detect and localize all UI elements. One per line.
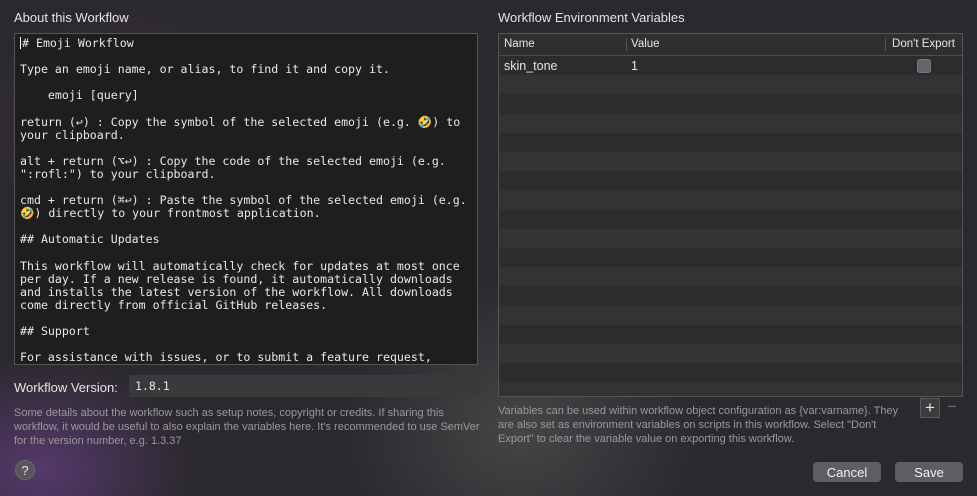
cancel-button[interactable]: Cancel: [813, 462, 881, 482]
empty-row: [499, 286, 962, 306]
table-body: skin_tone 1: [499, 56, 962, 396]
dont-export-cell: [885, 56, 962, 75]
empty-row: [499, 171, 962, 191]
empty-row: [499, 94, 962, 114]
table-row[interactable]: skin_tone 1: [499, 56, 962, 76]
column-header-value[interactable]: Value: [626, 34, 885, 55]
empty-row: [499, 267, 962, 287]
variable-value-cell[interactable]: 1: [626, 56, 885, 75]
save-button[interactable]: Save: [895, 462, 963, 482]
empty-row: [499, 113, 962, 133]
empty-row: [499, 363, 962, 383]
about-text-content[interactable]: # Emoji Workflow Type an emoji name, or …: [15, 34, 477, 365]
empty-row: [499, 151, 962, 172]
variables-help-text: Variables can be used within workflow ob…: [498, 405, 899, 445]
about-section-title: About this Workflow: [14, 10, 129, 25]
empty-row: [499, 75, 962, 95]
remove-variable-button[interactable]: −: [942, 398, 962, 418]
text-caret: [20, 37, 21, 49]
variable-name-cell[interactable]: skin_tone: [499, 56, 626, 75]
empty-row: [499, 324, 962, 344]
column-header-dont-export[interactable]: Don't Export: [885, 34, 962, 55]
version-field[interactable]: 1.8.1: [129, 375, 480, 397]
empty-row: [499, 343, 962, 363]
variables-table[interactable]: Name Value Don't Export skin_tone 1: [498, 33, 963, 397]
add-variable-button[interactable]: +: [920, 398, 940, 418]
empty-row: [499, 209, 962, 229]
help-button[interactable]: ?: [15, 460, 35, 480]
about-help-text: Some details about the workflow such as …: [14, 407, 480, 447]
version-label: Workflow Version:: [14, 380, 118, 395]
dont-export-checkbox[interactable]: [916, 59, 931, 73]
empty-row: [499, 305, 962, 325]
empty-row: [499, 382, 962, 396]
empty-row: [499, 132, 962, 152]
variables-section-title: Workflow Environment Variables: [498, 10, 685, 25]
about-text-body: # Emoji Workflow Type an emoji name, or …: [20, 36, 467, 365]
empty-row: [499, 247, 962, 268]
about-textarea[interactable]: # Emoji Workflow Type an emoji name, or …: [14, 33, 478, 365]
column-header-name[interactable]: Name: [499, 34, 626, 55]
table-header: Name Value Don't Export: [499, 34, 962, 56]
empty-row: [499, 190, 962, 210]
empty-row: [499, 228, 962, 248]
